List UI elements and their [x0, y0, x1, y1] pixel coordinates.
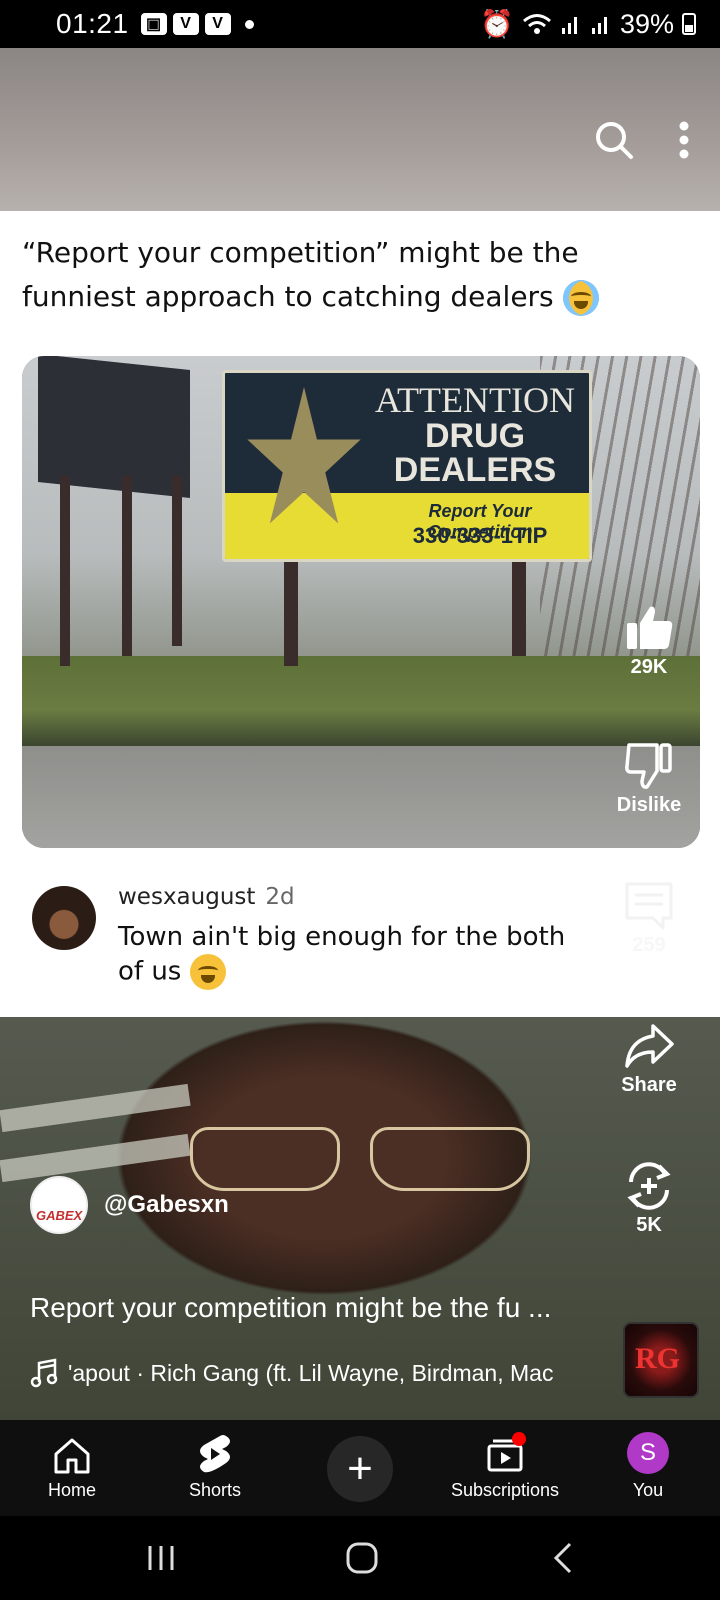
- alarm-icon: ⏰: [480, 9, 514, 39]
- share-icon: [625, 1024, 674, 1068]
- more-options-icon[interactable]: [678, 120, 690, 160]
- comments-button[interactable]: 259: [604, 878, 694, 957]
- remix-button[interactable]: 5K: [604, 1158, 694, 1237]
- search-icon[interactable]: [594, 120, 634, 160]
- status-time: 01:21: [56, 8, 129, 39]
- notification-dot-icon: [244, 19, 254, 29]
- comment-username: wesxaugust: [118, 884, 256, 910]
- remix-icon: [627, 1162, 671, 1210]
- nav-you[interactable]: S You: [608, 1420, 688, 1516]
- share-button[interactable]: Share: [604, 1018, 694, 1097]
- v-icon: V: [204, 13, 231, 35]
- signal-icon: [561, 17, 577, 34]
- v-icon: V: [172, 13, 199, 35]
- music-track-label: 'apout · Rich Gang (ft. Lil Wayne, Birdm…: [68, 1359, 554, 1386]
- comment-text: Town ain't big enough for the both of us: [118, 920, 598, 990]
- laughing-emoji: [189, 954, 226, 990]
- create-button[interactable]: +: [327, 1436, 393, 1502]
- image-icon: ▣: [140, 13, 167, 35]
- share-label: Share: [621, 1074, 677, 1096]
- crying-face-emoji: [562, 280, 599, 316]
- dislike-label: Dislike: [616, 794, 682, 816]
- notification-badge: [512, 1432, 526, 1446]
- attention-sign: ATTENTION DRUG DEALERS Report Your Compe…: [222, 370, 592, 562]
- nav-home[interactable]: Home: [32, 1420, 112, 1516]
- recent-apps-icon[interactable]: [146, 1544, 176, 1572]
- commenter-avatar: [32, 886, 96, 950]
- like-count: 29K: [630, 656, 668, 678]
- music-track[interactable]: 'apout · Rich Gang (ft. Lil Wayne, Birdm…: [30, 1358, 600, 1388]
- system-navigation-bar: [0, 1516, 720, 1600]
- battery-level: 39%: [619, 8, 674, 39]
- remix-count: 5K: [636, 1214, 662, 1236]
- channel-info[interactable]: GABEX @Gabesxn: [30, 1176, 229, 1234]
- comment-count: 259: [632, 934, 666, 956]
- album-art[interactable]: RG: [623, 1322, 699, 1398]
- post-text: “Report your competition” might be the f…: [22, 231, 662, 319]
- comment-time: 2d: [265, 884, 295, 910]
- wifi-icon: [522, 14, 551, 34]
- home-icon: [54, 1438, 90, 1474]
- user-avatar: S: [627, 1432, 669, 1474]
- battery-icon: [682, 13, 696, 35]
- dislike-button[interactable]: Dislike: [604, 738, 694, 817]
- comment-icon: [625, 882, 673, 930]
- back-icon[interactable]: [552, 1542, 574, 1574]
- plus-icon: +: [347, 1444, 373, 1493]
- status-bar: 01:21 ▣ V V ⏰ 39%: [0, 0, 720, 48]
- channel-handle[interactable]: @Gabesxn: [104, 1191, 229, 1219]
- channel-avatar[interactable]: GABEX: [30, 1176, 88, 1234]
- thumbs-up-icon: [627, 606, 673, 649]
- music-note-icon: [30, 1358, 58, 1388]
- video-caption[interactable]: Report your competition might be the fu …: [30, 1292, 551, 1324]
- top-actions: [594, 120, 690, 160]
- nav-shorts[interactable]: Shorts: [175, 1420, 255, 1516]
- home-button-icon[interactable]: [346, 1542, 378, 1574]
- like-button[interactable]: 29K: [604, 600, 694, 679]
- signal-icon: [591, 17, 607, 34]
- billboard-photo: ATTENTION DRUG DEALERS Report Your Compe…: [22, 356, 700, 848]
- bottom-navigation: Home Shorts + Subscriptions S You: [0, 1420, 720, 1516]
- nav-subscriptions[interactable]: Subscriptions: [440, 1420, 570, 1516]
- glasses: [370, 1127, 530, 1191]
- thumbs-down-icon: [625, 743, 672, 789]
- shorts-icon: [200, 1435, 230, 1473]
